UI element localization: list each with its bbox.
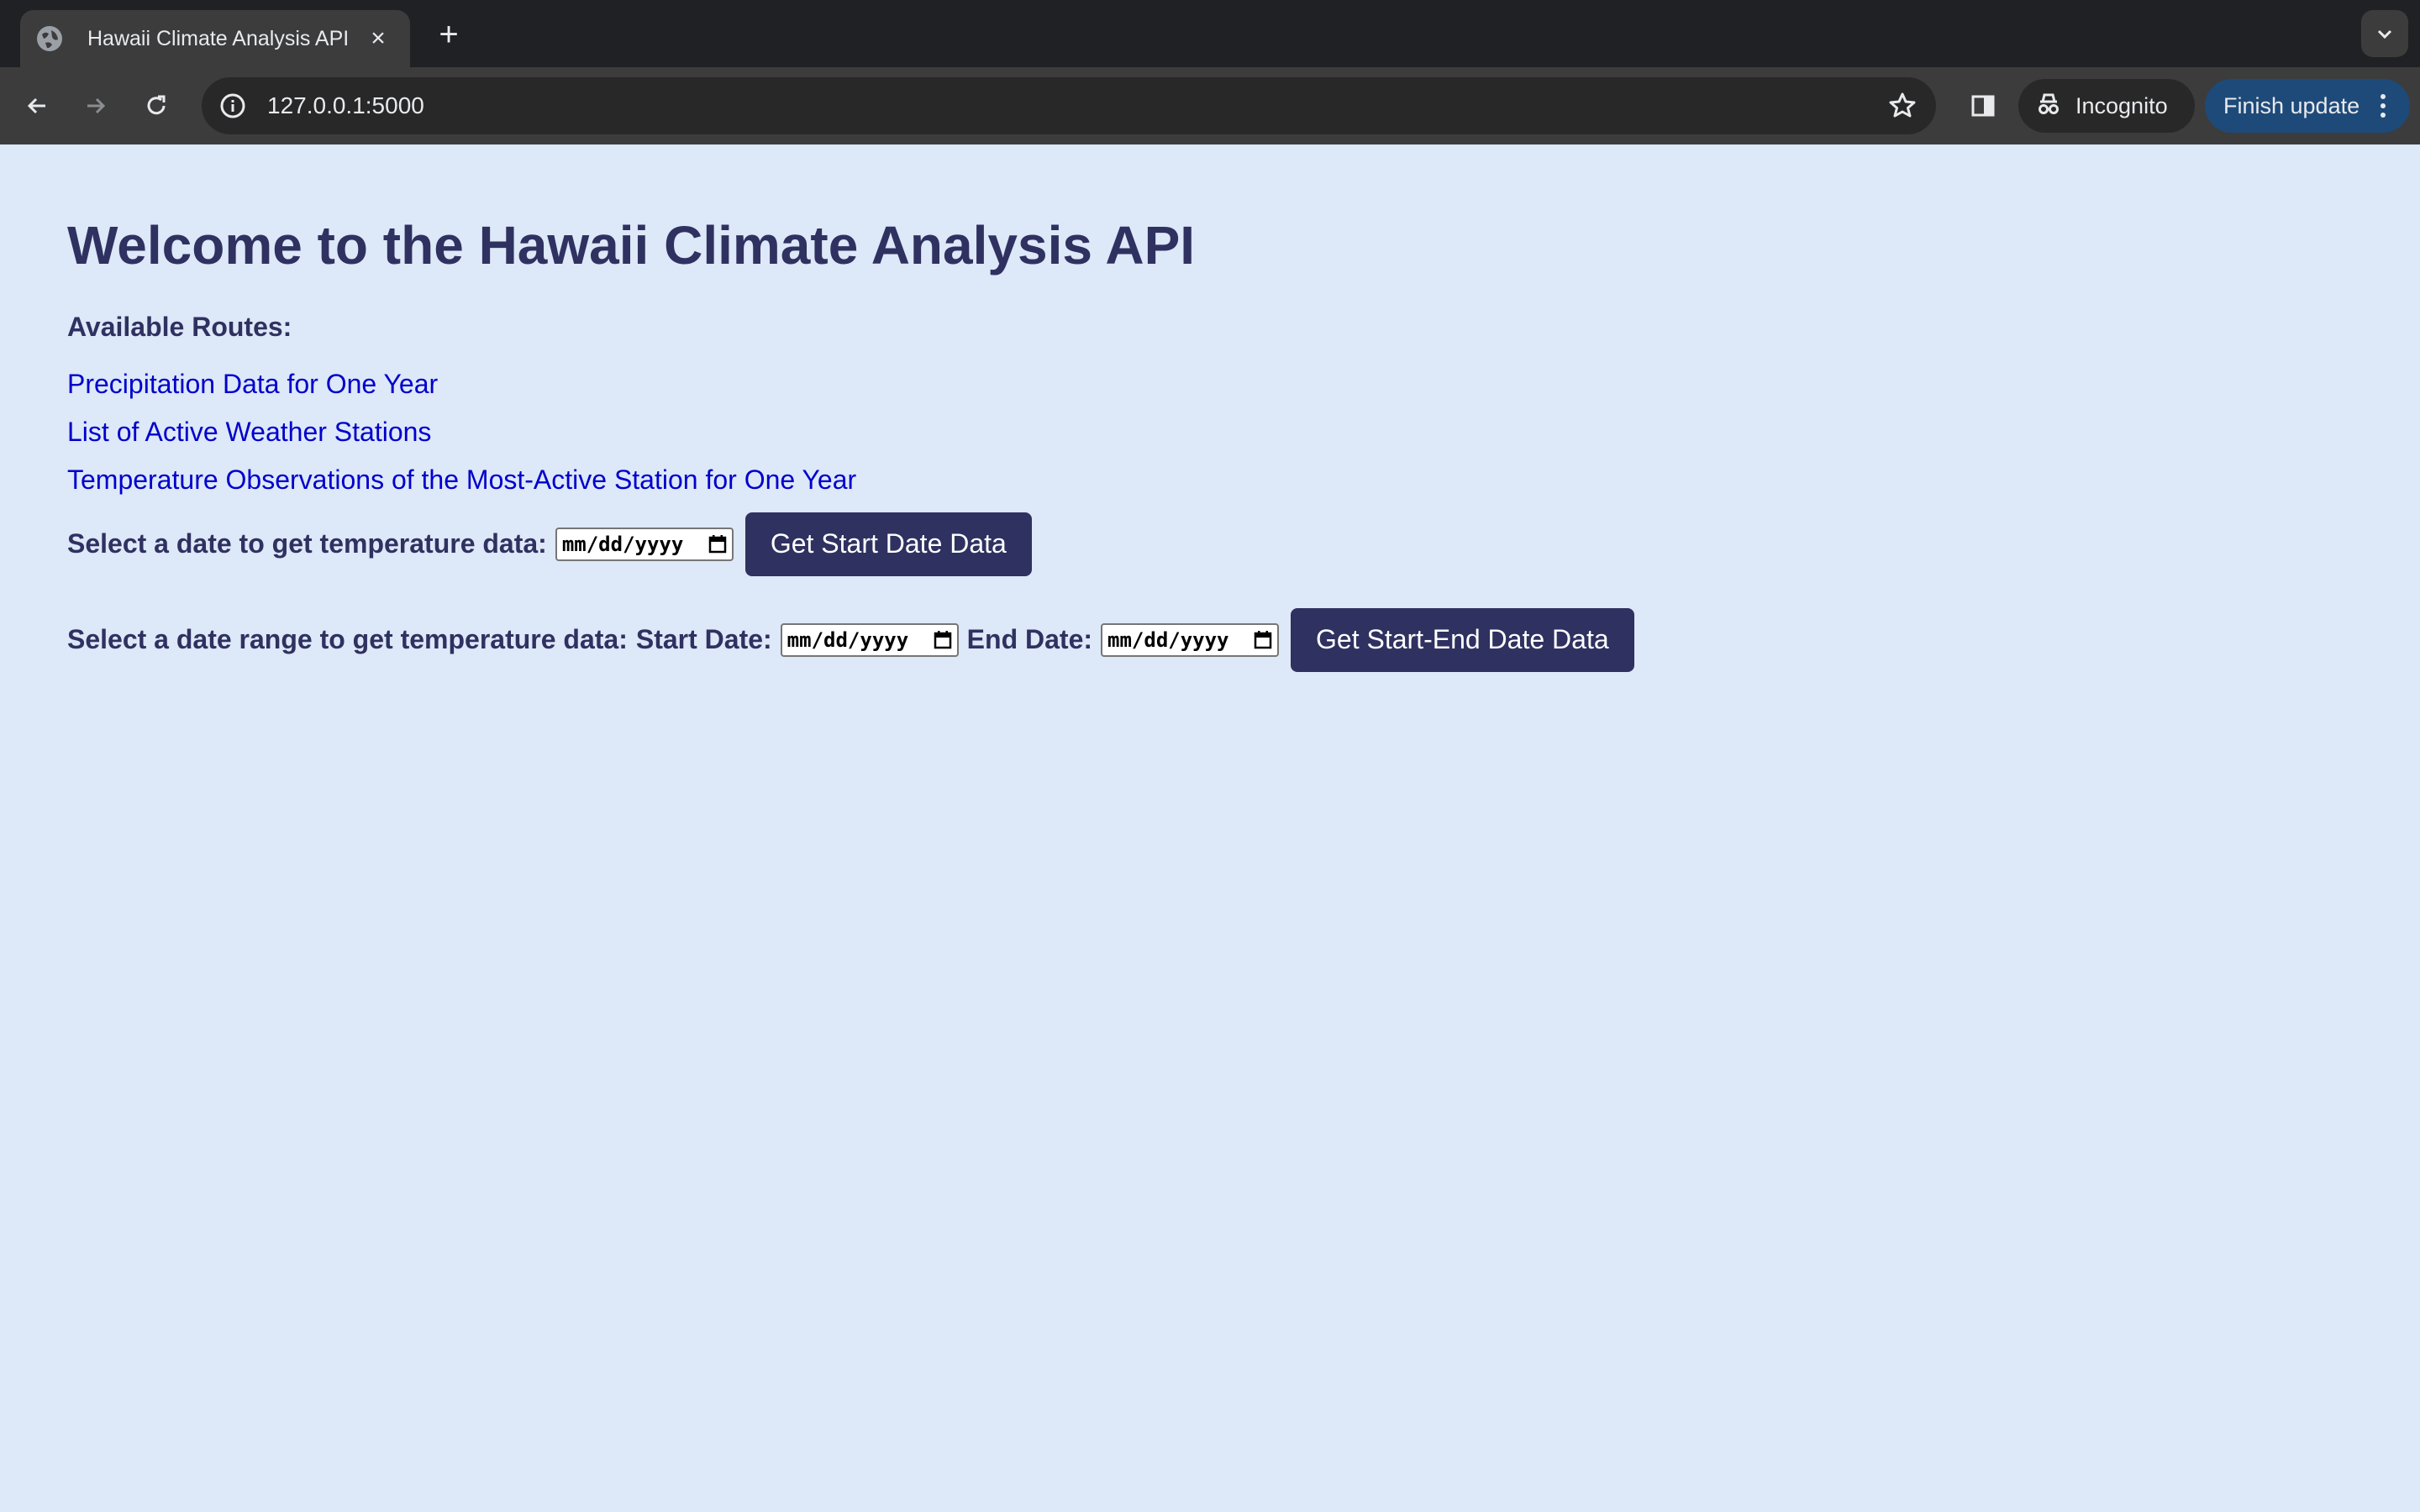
start-date-label: Start Date: <box>635 624 772 655</box>
routes-heading: Available Routes: <box>67 311 292 342</box>
start-date-input[interactable]: mm/dd/yyyy <box>555 527 734 561</box>
globe-icon <box>37 26 62 51</box>
incognito-icon <box>2035 91 2062 122</box>
range-start-date-placeholder: mm/dd/yyyy <box>786 627 909 652</box>
address-bar[interactable]: 127.0.0.1:5000 <box>202 77 1936 134</box>
more-options-icon[interactable] <box>2375 89 2391 123</box>
date-range-form: Select a date range to get temperature d… <box>67 607 2353 672</box>
site-info-icon[interactable] <box>218 92 247 120</box>
page-content: Welcome to the Hawaii Climate Analysis A… <box>0 146 2420 1512</box>
tab-title: Hawaii Climate Analysis API <box>87 26 350 50</box>
tab-bar: Hawaii Climate Analysis API × + <box>0 0 2420 67</box>
calendar-icon[interactable] <box>934 630 952 650</box>
calendar-icon[interactable] <box>1254 630 1272 650</box>
forward-arrow-icon[interactable] <box>76 86 116 126</box>
side-panel-icon[interactable] <box>1963 86 2003 126</box>
finish-update-button[interactable]: Finish update <box>2205 79 2410 133</box>
tab-search-chevron-icon[interactable] <box>2361 10 2408 57</box>
reload-icon[interactable] <box>136 86 176 126</box>
tab-close-icon[interactable]: × <box>363 24 393 53</box>
back-arrow-icon[interactable] <box>17 86 57 126</box>
bookmark-star-icon[interactable] <box>1886 89 1919 123</box>
calendar-icon[interactable] <box>708 534 727 554</box>
get-start-date-data-button[interactable]: Get Start Date Data <box>744 512 1032 576</box>
incognito-badge[interactable]: Incognito <box>2018 79 2195 133</box>
page-title: Welcome to the Hawaii Climate Analysis A… <box>67 215 1196 276</box>
route-link-temperature[interactable]: Temperature Observations of the Most-Act… <box>67 464 2353 496</box>
route-link-precipitation[interactable]: Precipitation Data for One Year <box>67 368 2353 400</box>
route-link-stations[interactable]: List of Active Weather Stations <box>67 416 2353 448</box>
get-start-end-date-data-button[interactable]: Get Start-End Date Data <box>1291 607 1634 672</box>
new-tab-icon[interactable]: + <box>429 15 469 55</box>
url-text[interactable]: 127.0.0.1:5000 <box>267 92 1886 119</box>
tab-hawaii-climate[interactable]: Hawaii Climate Analysis API × <box>20 10 410 67</box>
end-date-label: End Date: <box>966 624 1093 655</box>
browser-chrome: Hawaii Climate Analysis API × + 127.0.0.… <box>0 0 2420 144</box>
finish-update-label: Finish update <box>2223 92 2360 118</box>
range-end-date-input[interactable]: mm/dd/yyyy <box>1101 622 1280 657</box>
date-range-form-label: Select a date range to get temperature d… <box>67 624 628 655</box>
start-date-form-label: Select a date to get temperature data: <box>67 528 547 559</box>
browser-toolbar: 127.0.0.1:5000 Incognito Finish update <box>0 67 2420 144</box>
start-date-form: Select a date to get temperature data: m… <box>67 512 2353 576</box>
range-start-date-input[interactable]: mm/dd/yyyy <box>780 622 959 657</box>
incognito-label: Incognito <box>2075 92 2168 118</box>
range-end-date-placeholder: mm/dd/yyyy <box>1107 627 1229 652</box>
start-date-placeholder: mm/dd/yyyy <box>561 532 684 556</box>
